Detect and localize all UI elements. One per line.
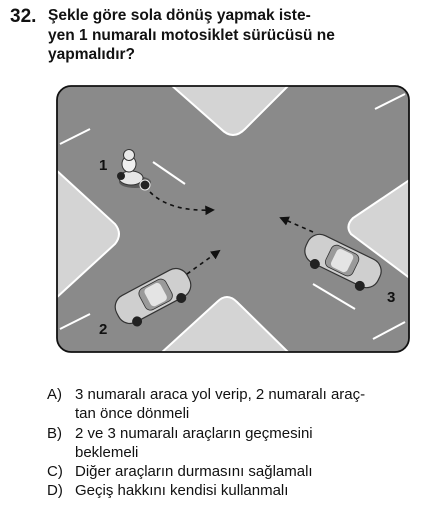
label-car-right: 3	[387, 289, 395, 306]
option-letter: B)	[47, 424, 62, 442]
option-a[interactable]: A) 3 numaralı araca yol verip, 2 numaral…	[47, 385, 417, 424]
option-d[interactable]: D) Geçiş hakkını kendisi kullanmalı	[47, 481, 417, 500]
option-text: 3 numaralı araca yol verip, 2 numaralı a…	[75, 386, 366, 403]
option-text: beklemeli	[75, 443, 139, 461]
intersection-illustration: 1 2 3	[56, 85, 410, 353]
option-text: 2 ve 3 numaralı araçların geçmesini	[75, 424, 313, 442]
option-letter: C)	[47, 463, 63, 481]
option-text: Geçiş hakkını kendisi kullanmalı	[75, 482, 289, 500]
intersection-figure: 1 2 3	[55, 84, 411, 354]
question-text: Şekle göre sola dönüş yapmak iste- yen 1…	[48, 6, 408, 65]
option-letter: D)	[47, 482, 63, 500]
option-text: Diğer araçların durmasını sağlamalı	[75, 463, 313, 481]
label-car-bottom: 2	[99, 321, 107, 338]
answer-options: A) 3 numaralı araca yol verip, 2 numaral…	[47, 385, 417, 501]
option-text: tan önce dönmeli	[75, 405, 190, 423]
question-line: yapmalıdır?	[48, 46, 135, 63]
option-b[interactable]: B) 2 ve 3 numaralı araçların geçmesini b…	[47, 424, 417, 463]
label-motorcycle: 1	[99, 157, 107, 174]
question-line: Şekle göre sola dönüş yapmak iste-	[48, 7, 311, 24]
option-c[interactable]: C) Diğer araçların durmasını sağlamalı	[47, 462, 417, 481]
question-number: 32.	[10, 6, 37, 27]
question-line: yen 1 numaralı motosiklet sürücüsü ne	[48, 26, 335, 44]
option-letter: A)	[47, 386, 62, 403]
